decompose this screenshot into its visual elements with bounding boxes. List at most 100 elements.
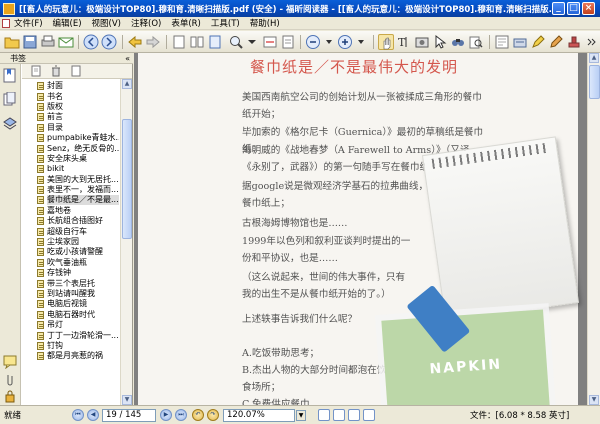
pointer-icon[interactable] <box>432 34 448 50</box>
continuous-facing-mode-icon[interactable] <box>363 409 375 421</box>
bookmark-item[interactable]: 目录 <box>24 123 119 133</box>
bookmark-item[interactable]: 吊灯 <box>24 320 119 330</box>
next-page-icon[interactable]: ▶ <box>160 409 172 421</box>
continuous-mode-icon[interactable] <box>333 409 345 421</box>
document-view[interactable]: 餐巾纸是／不是最伟大的发明 美国西南航空公司的创始计划从一张被揉成三角形的餐巾纸… <box>134 53 587 405</box>
bookmark-item[interactable]: bikit <box>24 164 119 174</box>
comments-tab-icon[interactable] <box>3 354 17 370</box>
zoom-in-dropdown-icon[interactable] <box>353 34 369 50</box>
fit-page-icon[interactable] <box>207 34 223 50</box>
zoom-dropdown-icon[interactable] <box>244 34 260 50</box>
zoom-tool-icon[interactable] <box>228 34 244 50</box>
document-scrollbar[interactable]: ▲ ▼ <box>587 53 600 405</box>
delete-bookmark-icon[interactable] <box>50 65 62 80</box>
zoom-select-arrow[interactable]: ▼ <box>296 410 306 421</box>
bookmark-item[interactable]: 长航组合插图好 <box>24 216 119 226</box>
zoom-level-field[interactable]: 120.07% <box>223 409 295 422</box>
typewriter-icon[interactable] <box>512 34 528 50</box>
first-page-icon[interactable]: ⏮ <box>72 409 84 421</box>
page-number-field[interactable]: 19 / 145 <box>102 409 156 422</box>
toolbar-overflow-icon[interactable] <box>583 34 599 50</box>
bookmark-item[interactable]: 丁丁一边滑轮滑一... <box>24 330 119 340</box>
security-tab-icon[interactable] <box>3 389 17 404</box>
print-icon[interactable] <box>40 34 56 50</box>
bookmark-item[interactable]: 前言 <box>24 112 119 122</box>
nav-back-icon[interactable] <box>83 34 99 50</box>
menu-edit[interactable]: 编辑(E) <box>53 17 82 29</box>
menu-form[interactable]: 表单(R) <box>171 17 201 29</box>
bookmark-item[interactable]: 封面 <box>24 81 119 91</box>
minimize-button[interactable]: _ <box>552 2 565 15</box>
search-icon[interactable] <box>468 34 484 50</box>
bookmark-item[interactable]: 版权 <box>24 102 119 112</box>
menu-tools[interactable]: 工具(T) <box>211 17 240 29</box>
bookmark-item[interactable]: 钉钩 <box>24 341 119 351</box>
next-view-icon[interactable] <box>145 34 161 50</box>
zoom-out-icon[interactable] <box>305 34 321 50</box>
new-bookmark-icon[interactable] <box>70 65 82 80</box>
collapse-panel-button[interactable]: « <box>125 53 130 64</box>
highlight-icon[interactable] <box>530 34 546 50</box>
bookmark-item[interactable]: 电脑后视镜 <box>24 299 119 309</box>
nav-forward-icon[interactable] <box>101 34 117 50</box>
two-page-icon[interactable] <box>189 34 205 50</box>
bookmark-item[interactable]: 吃或小孩请警醒 <box>24 247 119 257</box>
go-forward-icon[interactable]: ↷ <box>207 409 219 421</box>
maximize-button[interactable]: □ <box>567 2 580 15</box>
single-page-mode-icon[interactable] <box>318 409 330 421</box>
menu-file[interactable]: 文件(F) <box>14 17 43 29</box>
bookmark-item[interactable]: 超级自行车 <box>24 226 119 236</box>
zoom-out-dropdown-icon[interactable] <box>321 34 337 50</box>
note-icon[interactable] <box>494 34 510 50</box>
bookmark-item[interactable]: 带三个表层托 <box>24 278 119 288</box>
bookmark-item[interactable]: 存钱钟 <box>24 268 119 278</box>
scroll-up-icon[interactable]: ▲ <box>122 79 132 89</box>
bookmark-item[interactable]: 安全床头桌 <box>24 154 119 164</box>
find-icon[interactable] <box>450 34 466 50</box>
stamp-icon[interactable] <box>566 34 582 50</box>
hand-tool-icon[interactable] <box>378 34 394 50</box>
email-icon[interactable] <box>58 34 74 50</box>
previous-page-icon[interactable]: ◀ <box>87 409 99 421</box>
last-page-icon[interactable]: ⏭ <box>175 409 187 421</box>
bookmark-item[interactable]: 表里不一，发福而... <box>24 185 119 195</box>
zoom-in-icon[interactable] <box>337 34 353 50</box>
bookmark-item[interactable]: 美国的大到无居托... <box>24 175 119 185</box>
doc-scroll-down-icon[interactable]: ▼ <box>589 395 599 405</box>
attachments-tab-icon[interactable] <box>3 372 17 387</box>
menu-help[interactable]: 帮助(H) <box>250 17 280 29</box>
expand-bookmark-icon[interactable] <box>30 65 42 80</box>
bookmark-item[interactable]: 都是月亮惹的祸 <box>24 351 119 361</box>
bookmark-scrollbar[interactable]: ▲ ▼ <box>120 79 132 405</box>
facing-mode-icon[interactable] <box>348 409 360 421</box>
previous-view-icon[interactable] <box>127 34 143 50</box>
pages-tab-icon[interactable] <box>3 91 17 107</box>
close-button[interactable]: × <box>582 2 595 15</box>
layers-tab-icon[interactable] <box>3 116 17 131</box>
bookmark-item[interactable]: Senz，绝无反骨的... <box>24 143 119 153</box>
snapshot-icon[interactable] <box>414 34 430 50</box>
open-folder-icon[interactable] <box>4 34 20 50</box>
pencil-icon[interactable] <box>548 34 564 50</box>
doc-scroll-up-icon[interactable]: ▲ <box>589 53 599 63</box>
bookmark-item[interactable]: 餐巾纸是／不是最... <box>24 195 119 206</box>
save-icon[interactable] <box>22 34 38 50</box>
bookmarks-tab-icon[interactable] <box>3 68 17 83</box>
bookmark-item[interactable]: 电脑石器时代 <box>24 310 119 320</box>
select-text-icon[interactable]: T <box>396 34 412 50</box>
menu-view[interactable]: 视图(V) <box>92 17 121 29</box>
page-view-icon[interactable] <box>171 34 187 50</box>
bookmark-item[interactable]: 到站请叫醒我 <box>24 289 119 299</box>
scroll-down-icon[interactable]: ▼ <box>122 395 132 405</box>
go-back-icon[interactable]: ↶ <box>192 409 204 421</box>
bookmark-item[interactable]: pumpabike青蛙水... <box>24 133 119 143</box>
bookmark-item[interactable]: 吹气垂油瓶 <box>24 258 119 268</box>
bookmark-item[interactable]: 尘埃家园 <box>24 237 119 247</box>
doc-scrollbar-thumb[interactable] <box>589 65 600 99</box>
actual-size-icon[interactable] <box>280 34 296 50</box>
fit-width-icon[interactable] <box>262 34 278 50</box>
scrollbar-thumb[interactable] <box>122 119 132 239</box>
bookmark-item[interactable]: 书名 <box>24 91 119 101</box>
menu-comment[interactable]: 注释(O) <box>131 17 161 29</box>
bookmark-item[interactable]: 嘉地卷 <box>24 206 119 216</box>
